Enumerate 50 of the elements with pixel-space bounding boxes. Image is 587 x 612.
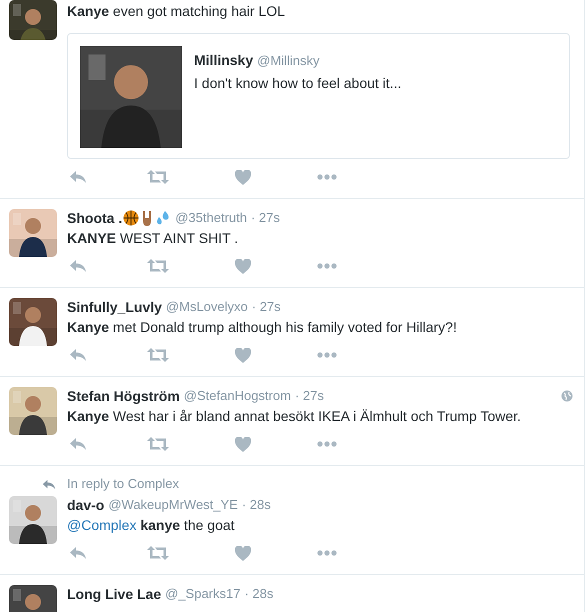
user-name[interactable]: Millinsky (194, 50, 254, 71)
retweet-icon[interactable] (147, 437, 169, 451)
tweet-time[interactable]: · 28s (242, 495, 271, 515)
quoted-tweet[interactable]: Millinsky @Millinsky I don't know how to feel about it... (67, 33, 570, 159)
heart-icon[interactable] (235, 258, 251, 274)
reply-context[interactable]: In reply to Complex (67, 474, 179, 494)
basketball-icon (123, 210, 140, 226)
tweet-text: Kanye even got matching hair LOL (67, 2, 286, 21)
tweet-time[interactable]: · 28s (244, 584, 274, 604)
heart-icon[interactable] (235, 348, 251, 362)
droplets-icon (155, 210, 172, 226)
more-icon[interactable] (317, 174, 337, 180)
retweet-icon[interactable] (147, 348, 169, 362)
user-name[interactable]: Stefan Högström (67, 386, 180, 406)
tweet-text: Kanye met Donald trump although his family voted for Hillary?! (67, 318, 458, 337)
tweet-time[interactable]: · 27s (250, 208, 280, 228)
retweet-icon[interactable] (147, 546, 169, 560)
heart-icon[interactable] (235, 546, 251, 560)
reply-icon[interactable] (69, 348, 87, 362)
tweet-text: KANYE WEST AINT SHIT . (67, 229, 240, 248)
reply-icon[interactable] (69, 170, 87, 184)
reply-icon[interactable] (69, 437, 87, 451)
retweet-icon[interactable] (147, 170, 169, 184)
mention-link[interactable]: @Complex (67, 517, 136, 533)
heart-icon[interactable] (235, 436, 251, 452)
tweet-time[interactable]: · 27s (294, 386, 324, 406)
more-icon[interactable] (317, 263, 337, 269)
user-name[interactable]: Shoota . (67, 208, 122, 228)
user-name[interactable]: Sinfully_Luvly (67, 296, 162, 318)
user-name[interactable]: Long Live Lae (67, 584, 162, 604)
reply-icon (42, 478, 56, 490)
user-name[interactable]: dav-o (67, 494, 104, 516)
hand-icon (141, 210, 154, 226)
reply-icon[interactable] (69, 259, 87, 273)
user-handle[interactable]: @MsLovelyxo (166, 297, 248, 317)
tweet-time[interactable]: · 27s (252, 297, 281, 317)
retweet-icon[interactable] (147, 259, 169, 273)
heart-icon[interactable] (235, 170, 251, 184)
tweet-text: Kanye West har i år bland annat besökt IKEA i Älmhult och Trump Tower. (67, 407, 522, 426)
tweet-text: I don't know how to feel about it... (194, 74, 402, 93)
tweet-text: @Complex kanye the goat (67, 516, 236, 535)
more-icon[interactable] (317, 441, 337, 447)
reply-icon[interactable] (69, 546, 87, 560)
more-icon[interactable] (317, 352, 337, 358)
user-handle[interactable]: @WakeupMrWest_YE (108, 495, 238, 515)
user-handle[interactable]: @35thetruth (175, 208, 247, 228)
user-handle[interactable]: @Millinsky (257, 50, 320, 70)
user-handle[interactable]: @StefanHogstrom (184, 386, 291, 406)
user-handle[interactable]: @_Sparks17 (165, 584, 240, 604)
more-icon[interactable] (317, 550, 337, 556)
